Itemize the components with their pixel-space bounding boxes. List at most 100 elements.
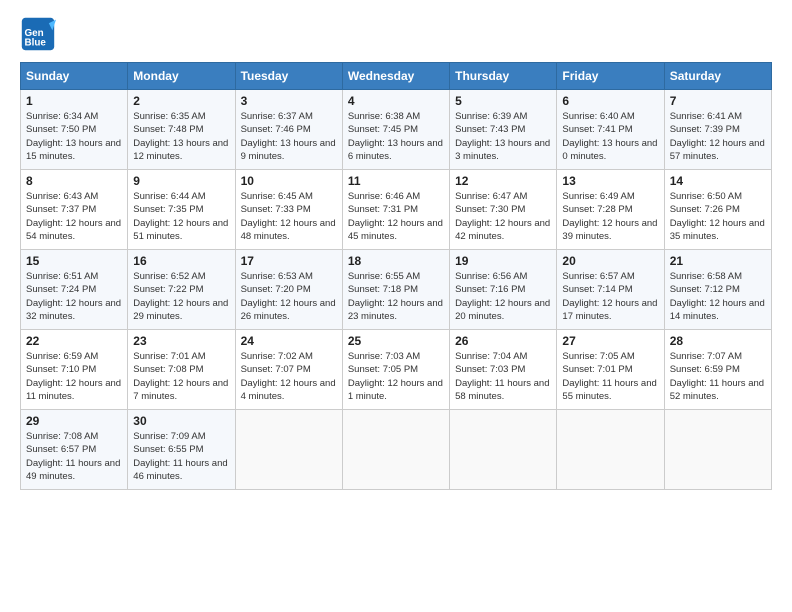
calendar-cell xyxy=(342,410,449,490)
day-number: 22 xyxy=(26,334,122,348)
sunset-label: Sunset: 7:10 PM xyxy=(26,364,96,375)
sunset-label: Sunset: 7:48 PM xyxy=(133,124,203,135)
sunset-label: Sunset: 7:41 PM xyxy=(562,124,632,135)
sunset-label: Sunset: 7:46 PM xyxy=(241,124,311,135)
day-number: 21 xyxy=(670,254,766,268)
cell-content: Sunrise: 6:49 AM Sunset: 7:28 PM Dayligh… xyxy=(562,190,658,243)
sunrise-label: Sunrise: 6:59 AM xyxy=(26,351,98,362)
day-number: 7 xyxy=(670,94,766,108)
day-number: 17 xyxy=(241,254,337,268)
calendar-cell: 16 Sunrise: 6:52 AM Sunset: 7:22 PM Dayl… xyxy=(128,250,235,330)
day-number: 26 xyxy=(455,334,551,348)
day-header-wednesday: Wednesday xyxy=(342,63,449,90)
calendar-cell xyxy=(664,410,771,490)
daylight-label: Daylight: 11 hours and 46 minutes. xyxy=(133,458,227,482)
daylight-label: Daylight: 13 hours and 6 minutes. xyxy=(348,138,443,162)
cell-content: Sunrise: 6:57 AM Sunset: 7:14 PM Dayligh… xyxy=(562,270,658,323)
sunrise-label: Sunrise: 7:09 AM xyxy=(133,431,205,442)
sunrise-label: Sunrise: 7:03 AM xyxy=(348,351,420,362)
calendar-cell: 22 Sunrise: 6:59 AM Sunset: 7:10 PM Dayl… xyxy=(21,330,128,410)
calendar-cell: 4 Sunrise: 6:38 AM Sunset: 7:45 PM Dayli… xyxy=(342,90,449,170)
sunset-label: Sunset: 7:03 PM xyxy=(455,364,525,375)
day-number: 11 xyxy=(348,174,444,188)
day-number: 15 xyxy=(26,254,122,268)
sunrise-label: Sunrise: 6:46 AM xyxy=(348,191,420,202)
day-number: 3 xyxy=(241,94,337,108)
daylight-label: Daylight: 12 hours and 11 minutes. xyxy=(26,378,121,402)
sunrise-label: Sunrise: 6:44 AM xyxy=(133,191,205,202)
day-header-thursday: Thursday xyxy=(450,63,557,90)
calendar-cell: 10 Sunrise: 6:45 AM Sunset: 7:33 PM Dayl… xyxy=(235,170,342,250)
sunrise-label: Sunrise: 6:52 AM xyxy=(133,271,205,282)
sunset-label: Sunset: 7:39 PM xyxy=(670,124,740,135)
sunset-label: Sunset: 7:20 PM xyxy=(241,284,311,295)
calendar-cell: 9 Sunrise: 6:44 AM Sunset: 7:35 PM Dayli… xyxy=(128,170,235,250)
sunset-label: Sunset: 7:12 PM xyxy=(670,284,740,295)
cell-content: Sunrise: 7:04 AM Sunset: 7:03 PM Dayligh… xyxy=(455,350,551,403)
day-header-saturday: Saturday xyxy=(664,63,771,90)
calendar-cell: 29 Sunrise: 7:08 AM Sunset: 6:57 PM Dayl… xyxy=(21,410,128,490)
calendar-cell: 23 Sunrise: 7:01 AM Sunset: 7:08 PM Dayl… xyxy=(128,330,235,410)
sunrise-label: Sunrise: 6:49 AM xyxy=(562,191,634,202)
sunset-label: Sunset: 6:55 PM xyxy=(133,444,203,455)
daylight-label: Daylight: 11 hours and 58 minutes. xyxy=(455,378,549,402)
day-number: 29 xyxy=(26,414,122,428)
calendar-cell: 30 Sunrise: 7:09 AM Sunset: 6:55 PM Dayl… xyxy=(128,410,235,490)
daylight-label: Daylight: 12 hours and 42 minutes. xyxy=(455,218,550,242)
sunset-label: Sunset: 7:07 PM xyxy=(241,364,311,375)
day-number: 13 xyxy=(562,174,658,188)
sunrise-label: Sunrise: 6:47 AM xyxy=(455,191,527,202)
sunset-label: Sunset: 7:33 PM xyxy=(241,204,311,215)
day-number: 9 xyxy=(133,174,229,188)
daylight-label: Daylight: 13 hours and 3 minutes. xyxy=(455,138,550,162)
sunrise-label: Sunrise: 7:04 AM xyxy=(455,351,527,362)
daylight-label: Daylight: 13 hours and 15 minutes. xyxy=(26,138,121,162)
cell-content: Sunrise: 6:43 AM Sunset: 7:37 PM Dayligh… xyxy=(26,190,122,243)
cell-content: Sunrise: 6:55 AM Sunset: 7:18 PM Dayligh… xyxy=(348,270,444,323)
daylight-label: Daylight: 13 hours and 12 minutes. xyxy=(133,138,228,162)
sunset-label: Sunset: 7:22 PM xyxy=(133,284,203,295)
day-number: 2 xyxy=(133,94,229,108)
sunrise-label: Sunrise: 6:57 AM xyxy=(562,271,634,282)
sunrise-label: Sunrise: 6:43 AM xyxy=(26,191,98,202)
cell-content: Sunrise: 6:56 AM Sunset: 7:16 PM Dayligh… xyxy=(455,270,551,323)
sunset-label: Sunset: 7:30 PM xyxy=(455,204,525,215)
calendar-cell xyxy=(235,410,342,490)
sunset-label: Sunset: 7:50 PM xyxy=(26,124,96,135)
calendar-cell: 7 Sunrise: 6:41 AM Sunset: 7:39 PM Dayli… xyxy=(664,90,771,170)
day-header-friday: Friday xyxy=(557,63,664,90)
sunset-label: Sunset: 7:28 PM xyxy=(562,204,632,215)
cell-content: Sunrise: 6:51 AM Sunset: 7:24 PM Dayligh… xyxy=(26,270,122,323)
daylight-label: Daylight: 12 hours and 29 minutes. xyxy=(133,298,228,322)
daylight-label: Daylight: 12 hours and 17 minutes. xyxy=(562,298,657,322)
day-number: 5 xyxy=(455,94,551,108)
sunrise-label: Sunrise: 7:08 AM xyxy=(26,431,98,442)
sunrise-label: Sunrise: 6:37 AM xyxy=(241,111,313,122)
sunset-label: Sunset: 7:43 PM xyxy=(455,124,525,135)
sunset-label: Sunset: 7:08 PM xyxy=(133,364,203,375)
cell-content: Sunrise: 7:05 AM Sunset: 7:01 PM Dayligh… xyxy=(562,350,658,403)
daylight-label: Daylight: 12 hours and 51 minutes. xyxy=(133,218,228,242)
sunrise-label: Sunrise: 6:51 AM xyxy=(26,271,98,282)
calendar-cell: 14 Sunrise: 6:50 AM Sunset: 7:26 PM Dayl… xyxy=(664,170,771,250)
calendar-cell: 19 Sunrise: 6:56 AM Sunset: 7:16 PM Dayl… xyxy=(450,250,557,330)
cell-content: Sunrise: 7:03 AM Sunset: 7:05 PM Dayligh… xyxy=(348,350,444,403)
cell-content: Sunrise: 7:01 AM Sunset: 7:08 PM Dayligh… xyxy=(133,350,229,403)
cell-content: Sunrise: 6:41 AM Sunset: 7:39 PM Dayligh… xyxy=(670,110,766,163)
day-header-tuesday: Tuesday xyxy=(235,63,342,90)
daylight-label: Daylight: 12 hours and 26 minutes. xyxy=(241,298,336,322)
cell-content: Sunrise: 7:09 AM Sunset: 6:55 PM Dayligh… xyxy=(133,430,229,483)
sunrise-label: Sunrise: 7:07 AM xyxy=(670,351,742,362)
day-number: 25 xyxy=(348,334,444,348)
cell-content: Sunrise: 6:34 AM Sunset: 7:50 PM Dayligh… xyxy=(26,110,122,163)
day-number: 16 xyxy=(133,254,229,268)
sunset-label: Sunset: 7:37 PM xyxy=(26,204,96,215)
calendar-cell: 26 Sunrise: 7:04 AM Sunset: 7:03 PM Dayl… xyxy=(450,330,557,410)
day-number: 6 xyxy=(562,94,658,108)
calendar-cell: 20 Sunrise: 6:57 AM Sunset: 7:14 PM Dayl… xyxy=(557,250,664,330)
day-number: 12 xyxy=(455,174,551,188)
sunrise-label: Sunrise: 7:02 AM xyxy=(241,351,313,362)
calendar-cell: 28 Sunrise: 7:07 AM Sunset: 6:59 PM Dayl… xyxy=(664,330,771,410)
sunrise-label: Sunrise: 6:35 AM xyxy=(133,111,205,122)
daylight-label: Daylight: 12 hours and 48 minutes. xyxy=(241,218,336,242)
